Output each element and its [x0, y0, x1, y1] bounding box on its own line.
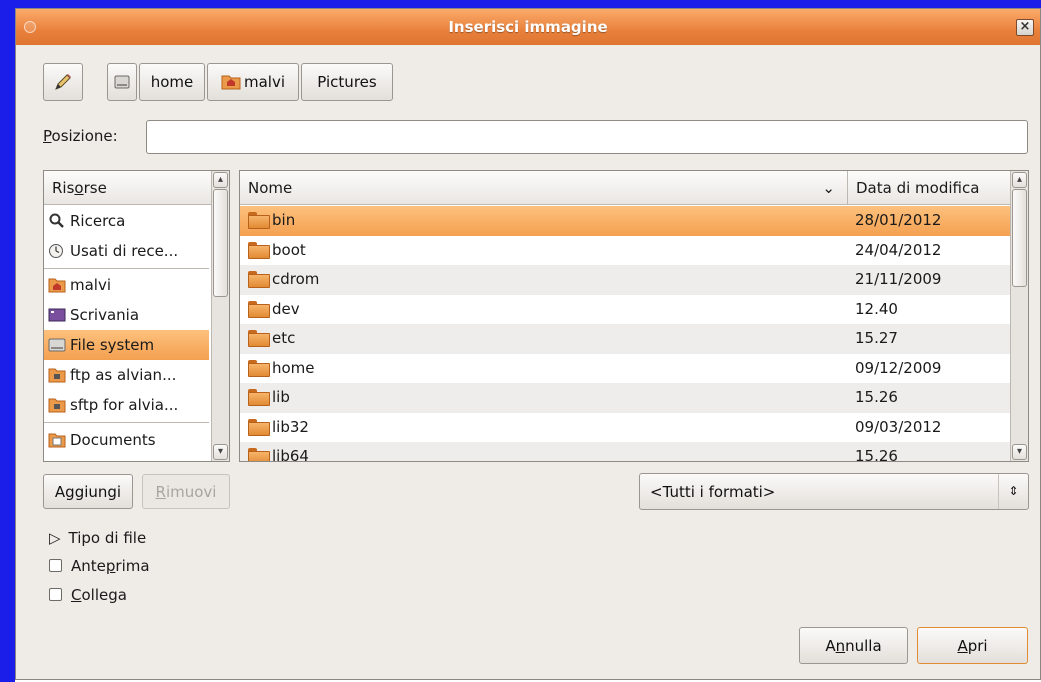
column-header-name[interactable]: Nome ⌄ [240, 171, 848, 205]
link-checkbox[interactable]: Collega [49, 586, 127, 604]
file-row[interactable]: cdrom 21/11/2009 [240, 265, 1010, 295]
location-input[interactable] [146, 120, 1028, 154]
harddisk-icon [48, 338, 66, 352]
folder-icon [248, 271, 270, 288]
remove-bookmark-button[interactable]: Rimuovi [142, 474, 230, 509]
file-type-expander[interactable]: ▷ Tipo di file [49, 529, 146, 547]
places-separator [44, 422, 209, 423]
place-item-recent[interactable]: Usati di rece... [44, 236, 209, 266]
place-item-sftp[interactable]: sftp for alvia... [44, 390, 209, 420]
path-button-pictures[interactable]: Pictures [301, 63, 393, 101]
preview-checkbox[interactable]: Anteprima [49, 557, 150, 575]
add-bookmark-button[interactable]: Aggiungi [43, 474, 133, 509]
recent-icon [49, 244, 63, 258]
sort-arrow-icon: ⌄ [822, 179, 835, 197]
file-filter-select[interactable]: <Tutti i formati> ⇕ [639, 473, 1029, 510]
file-row[interactable]: lib64 15.26 [240, 442, 1010, 461]
folder-icon [248, 212, 270, 229]
checkbox-icon [49, 559, 62, 572]
path-button-home[interactable]: home [139, 63, 205, 101]
places-scrollbar[interactable]: ▴ ▾ [211, 171, 229, 461]
folder-icon [248, 300, 270, 318]
place-item-search[interactable]: Ricerca [44, 206, 209, 236]
search-icon [49, 213, 64, 228]
folder-icon [248, 359, 270, 377]
files-scrollbar[interactable]: ▴ ▾ [1010, 171, 1028, 461]
open-button[interactable]: Apri [917, 627, 1028, 664]
places-header[interactable]: Risorse [44, 171, 211, 205]
folder-icon [248, 418, 270, 436]
window-menu-icon[interactable] [24, 21, 36, 33]
scroll-up-icon[interactable]: ▴ [213, 172, 228, 188]
documents-icon [48, 433, 66, 448]
places-panel: Risorse Ricerca Usati di rece... malvi S… [43, 170, 230, 462]
screen-border-left [0, 0, 15, 682]
scroll-up-icon[interactable]: ▴ [1012, 172, 1027, 188]
files-scroll-thumb[interactable] [1012, 189, 1027, 287]
column-header-date[interactable]: Data di modifica [848, 171, 1010, 205]
place-item-documents[interactable]: Documents [44, 425, 209, 455]
places-scroll-thumb[interactable] [213, 189, 228, 297]
close-button[interactable]: × [1016, 19, 1034, 36]
folder-icon [248, 389, 270, 406]
screen-border-top [0, 0, 1041, 8]
file-row[interactable]: bin 28/01/2012 [240, 206, 1010, 236]
file-row[interactable]: etc 15.27 [240, 324, 1010, 354]
network-folder-icon [48, 398, 66, 413]
scroll-down-icon[interactable]: ▾ [213, 444, 228, 460]
file-row[interactable]: home 09/12/2009 [240, 354, 1010, 384]
file-row[interactable]: dev 12.40 [240, 295, 1010, 325]
places-separator [44, 268, 209, 269]
updown-arrows-icon: ⇕ [998, 474, 1028, 509]
titlebar[interactable]: Inserisci immagine × [16, 9, 1040, 45]
path-pictures-label: Pictures [317, 73, 377, 91]
checkbox-icon [49, 588, 62, 601]
expander-arrow-icon: ▷ [49, 529, 61, 547]
scroll-down-icon[interactable]: ▾ [1012, 444, 1027, 460]
folder-icon [248, 448, 270, 461]
place-item-desktop[interactable]: Scrivania [44, 300, 209, 330]
place-item-malvi[interactable]: malvi [44, 270, 209, 300]
path-button-malvi[interactable]: malvi [207, 63, 299, 101]
file-row[interactable]: boot 24/04/2012 [240, 236, 1010, 266]
files-panel: Nome ⌄ Data di modifica bin 28/01/2012 bo… [239, 170, 1029, 462]
file-row[interactable]: lib 15.26 [240, 383, 1010, 413]
file-row[interactable]: lib32 09/03/2012 [240, 413, 1010, 443]
path-button-root[interactable] [107, 63, 137, 101]
pencil-icon [55, 74, 71, 90]
file-chooser-dialog: Inserisci immagine × home malvi Pictures… [15, 8, 1041, 680]
place-item-ftp[interactable]: ftp as alvian... [44, 360, 209, 390]
location-label: Posizione: [43, 127, 118, 145]
path-home-label: home [150, 73, 194, 91]
network-folder-icon [48, 368, 66, 383]
cancel-button[interactable]: An nulla [799, 627, 908, 664]
home-folder-icon [221, 75, 241, 90]
path-malvi-label: malvi [243, 73, 285, 91]
home-folder-icon [48, 278, 66, 293]
folder-icon [248, 330, 270, 347]
window-title: Inserisci immagine [448, 18, 608, 36]
desktop-icon [48, 308, 66, 322]
folder-icon [248, 241, 270, 259]
place-item-filesystem[interactable]: File system [44, 330, 209, 360]
edit-location-button[interactable] [43, 63, 83, 101]
harddisk-icon [114, 75, 130, 89]
